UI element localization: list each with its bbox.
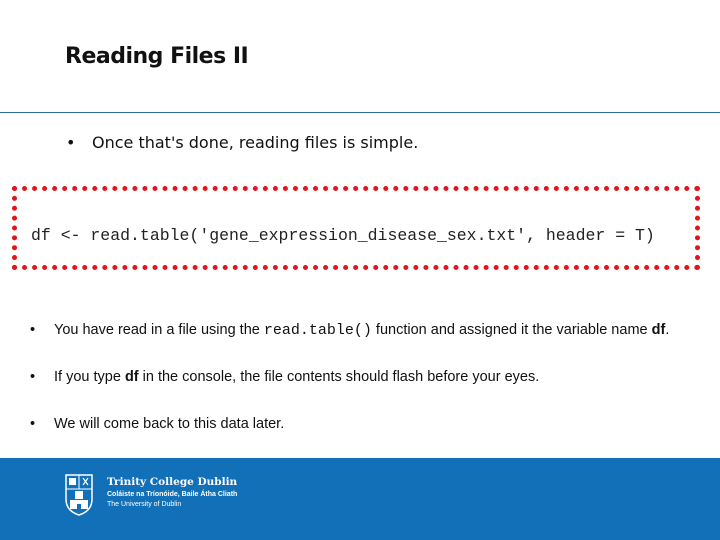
- university-subtitle: The University of Dublin: [107, 501, 182, 508]
- bullet-text: If you type: [54, 369, 125, 385]
- bullet-text: .: [665, 322, 670, 338]
- bullet-icon: •: [30, 322, 36, 338]
- bullet-text: You have read in a file using the: [54, 322, 264, 338]
- footer-bar: Trinity College Dublin Coláiste na Tríon…: [0, 458, 720, 540]
- university-irish-name: Coláiste na Tríonóide, Baile Átha Cliath: [107, 491, 238, 498]
- title-divider: [0, 112, 720, 113]
- intro-bullet: • Once that's done, reading files is simp…: [66, 133, 418, 152]
- bullet-text: in the console, the file contents should…: [138, 369, 540, 385]
- slide-title: Reading Files II: [65, 44, 249, 69]
- code-box: df <- read.table('gene_expression_diseas…: [12, 186, 700, 270]
- bullet-list: • You have read in a file using the read…: [30, 320, 710, 461]
- trinity-crest-icon: [65, 474, 93, 516]
- bullet-icon: •: [66, 133, 76, 152]
- tcd-logo: Trinity College Dublin Coláiste na Tríon…: [64, 473, 237, 517]
- intro-bullet-text: Once that's done, reading files is simpl…: [92, 133, 419, 152]
- bullet-icon: •: [30, 416, 36, 432]
- university-name: Trinity College Dublin: [107, 476, 238, 488]
- logo-text: Trinity College Dublin Coláiste na Tríon…: [107, 473, 237, 510]
- bullet-item: • You have read in a file using the read…: [30, 320, 710, 341]
- code-snippet: df <- read.table('gene_expression_diseas…: [31, 226, 655, 245]
- bullet-icon: •: [30, 369, 36, 385]
- bullet-item: • If you type df in the console, the fil…: [30, 367, 710, 388]
- bold-text: df: [651, 322, 666, 338]
- bullet-item: • We will come back to this data later.: [30, 414, 710, 435]
- inline-code: read.table(): [263, 322, 372, 339]
- bullet-text: We will come back to this data later.: [54, 416, 285, 432]
- bold-text: df: [124, 369, 139, 385]
- bullet-text: function and assigned it the variable na…: [371, 322, 652, 338]
